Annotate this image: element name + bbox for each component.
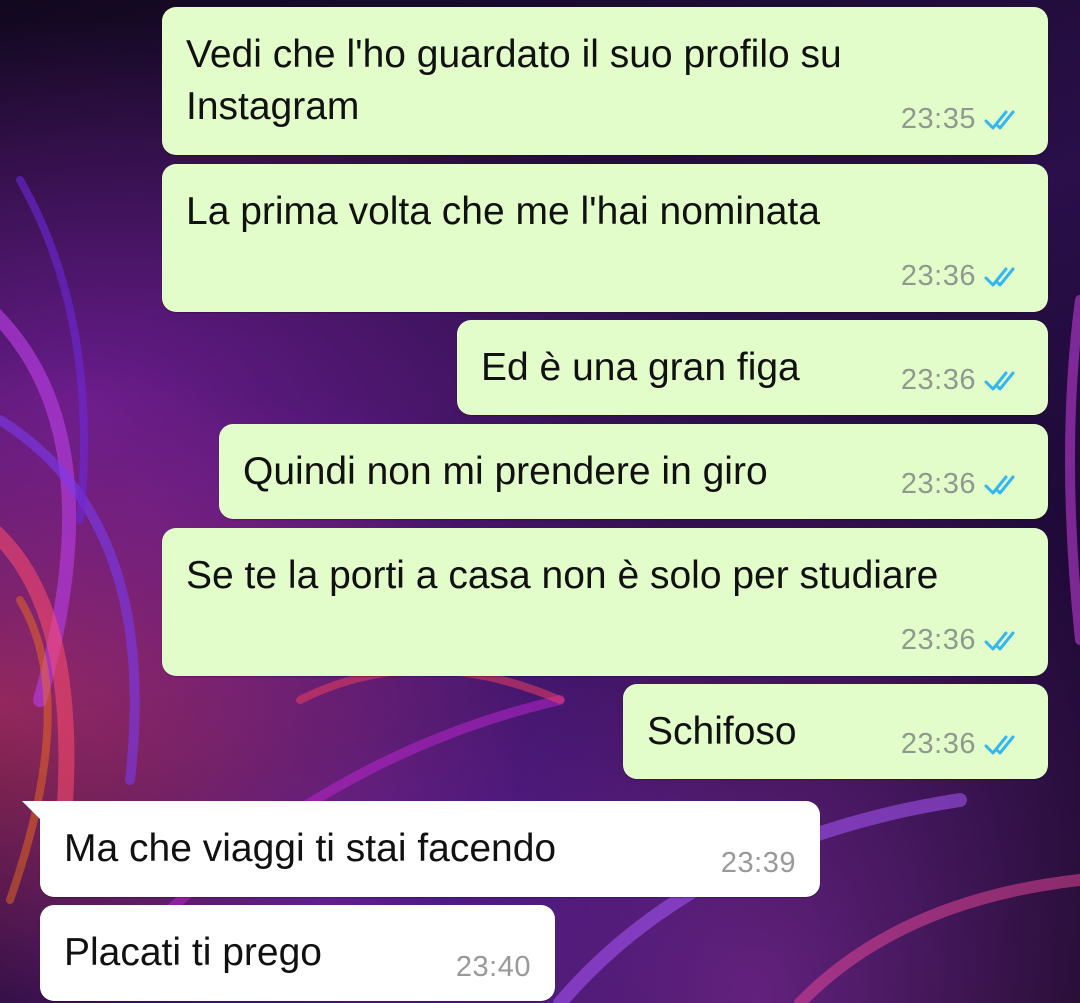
message-bubble-outgoing[interactable]: Vedi che l'ho guardato il suo profilo su… — [162, 7, 1048, 155]
message-meta: 23:40 — [456, 951, 531, 984]
message-text: Se te la porti a casa non è solo per stu… — [186, 554, 939, 597]
chat-conversation: Vedi che l'ho guardato il suo profilo su… — [0, 0, 1080, 1003]
message-time: 23:36 — [900, 624, 976, 656]
message-bubble-outgoing[interactable]: Quindi non mi prendere in giro 23:36 — [219, 424, 1048, 519]
message-meta: 23:35 — [901, 103, 1024, 136]
message-meta: 23:36 — [901, 624, 1024, 657]
message-bubble-incoming[interactable]: Placati ti prego 23:40 — [40, 905, 555, 1001]
message-bubble-outgoing[interactable]: Schifoso 23:36 — [623, 684, 1048, 779]
message-time: 23:36 — [900, 260, 976, 292]
message-meta: 23:36 — [901, 728, 1024, 761]
message-text: Ma che viaggi ti stai facendo — [64, 827, 557, 870]
message-time: 23:39 — [720, 847, 796, 879]
double-check-icon — [984, 110, 1015, 129]
message-text: La prima volta che me l'hai nominata — [186, 190, 820, 233]
double-check-icon — [984, 371, 1015, 390]
message-text: Vedi che l'ho guardato il suo profilo su… — [186, 33, 842, 128]
message-bubble-outgoing[interactable]: La prima volta che me l'hai nominata 23:… — [162, 164, 1048, 312]
message-time: 23:36 — [900, 364, 976, 396]
double-check-icon — [984, 735, 1015, 754]
double-check-icon — [984, 267, 1015, 286]
double-check-icon — [984, 631, 1015, 650]
double-check-icon — [984, 475, 1015, 494]
message-bubble-outgoing[interactable]: Ed è una gran figa 23:36 — [457, 320, 1048, 415]
message-bubble-outgoing[interactable]: Se te la porti a casa non è solo per stu… — [162, 528, 1048, 676]
message-time: 23:36 — [900, 468, 976, 500]
message-meta: 23:36 — [901, 260, 1024, 293]
message-time: 23:40 — [455, 951, 531, 983]
message-meta: 23:36 — [901, 468, 1024, 501]
message-time: 23:36 — [900, 728, 976, 760]
message-bubble-incoming[interactable]: Ma che viaggi ti stai facendo 23:39 — [22, 801, 820, 897]
message-meta: 23:36 — [901, 364, 1024, 397]
message-time: 23:35 — [900, 103, 976, 135]
message-meta: 23:39 — [721, 847, 796, 880]
